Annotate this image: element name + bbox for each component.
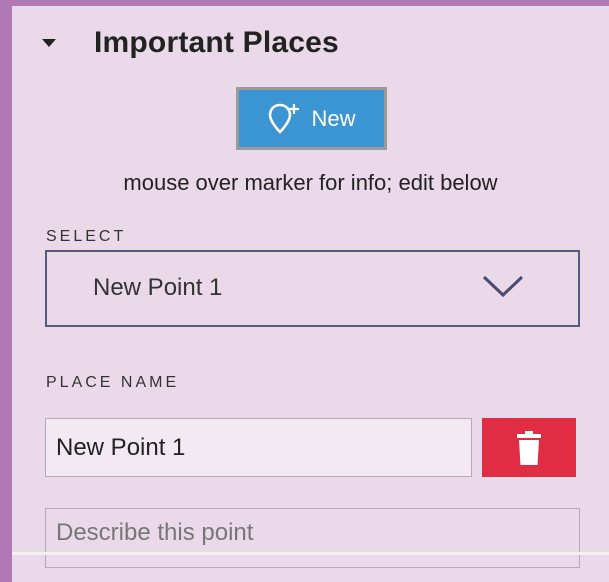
new-button-label: New (311, 105, 356, 131)
select-label: SELECT (46, 228, 127, 245)
section-title: Important Places (94, 26, 339, 59)
delete-place-button[interactable] (482, 418, 576, 477)
new-place-button[interactable]: New (236, 87, 387, 150)
place-select[interactable]: New Point 1 (45, 250, 580, 327)
divider (12, 552, 609, 555)
hint-text: mouse over marker for info; edit below (123, 170, 498, 195)
place-name-input[interactable]: New Point 1 (45, 418, 472, 477)
map-pin-plus-icon (269, 103, 300, 134)
section-toggle[interactable]: Important Places (12, 24, 609, 64)
select-value: New Point 1 (93, 274, 223, 301)
description-field[interactable] (45, 508, 580, 568)
caret-down-icon[interactable] (42, 39, 56, 47)
important-places-panel: Important Places New mouse over marker f… (12, 6, 609, 582)
chevron-down-icon (482, 275, 524, 298)
place-name-label: PLACE NAME (46, 374, 180, 391)
trash-icon (517, 430, 541, 465)
